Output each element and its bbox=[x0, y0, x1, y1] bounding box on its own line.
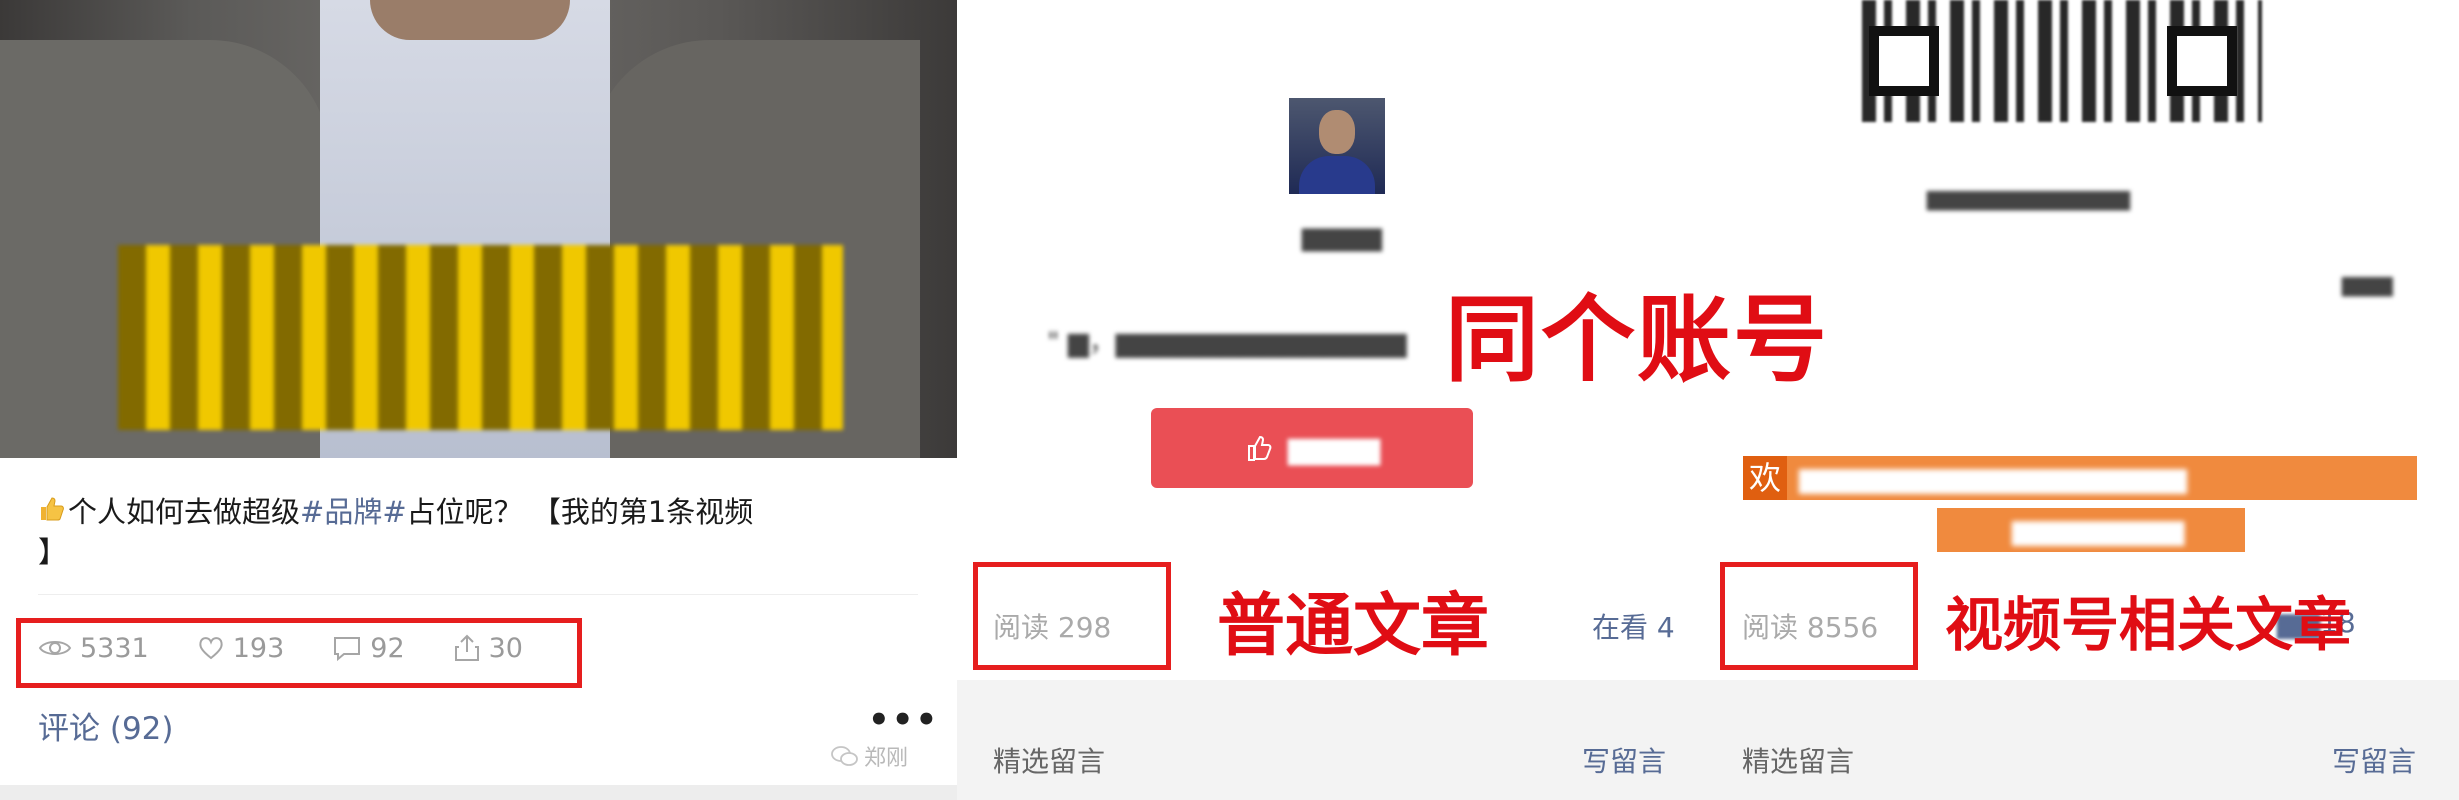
watermark: 郑刚 bbox=[830, 740, 908, 772]
comments-link[interactable]: 评论 (92) bbox=[38, 703, 174, 748]
more-options-button[interactable]: ••• bbox=[868, 700, 939, 740]
qr-finder-right bbox=[2167, 26, 2237, 96]
highlight-box-stats bbox=[16, 618, 582, 688]
article-compare-panel: ▆▆▆▆ " ▆，▆▆▆▆▆▆▆▆▆▆▆▆▆▆ ▆▆▆▆ 同个账号 ▆▆▆▆▆▆… bbox=[957, 0, 2459, 800]
write-comment-normal[interactable]: 写留言 bbox=[1582, 740, 1666, 780]
like-hand-icon bbox=[1247, 435, 1272, 461]
title-text-suffix: 占位呢？ 【我的第1条视频 bbox=[406, 495, 754, 529]
title-text: 个人如何去做超级 bbox=[68, 495, 301, 529]
qr-caption-obscured: ▆▆▆▆▆▆▆▆▆▆▆▆ bbox=[1927, 186, 2131, 211]
selected-comments-video: 精选留言 bbox=[1742, 745, 1855, 778]
annotation-video-article: 视频号相关文章 bbox=[1945, 591, 2352, 659]
video-thumbnail[interactable] bbox=[0, 0, 957, 458]
annotation-normal-article: 普通文章 bbox=[1217, 587, 1490, 666]
qr-finder-left bbox=[1869, 26, 1939, 96]
small-text-obscured: ▆▆▆ bbox=[2342, 272, 2393, 297]
video-title: 个人如何去做超级#品牌#占位呢？ 【我的第1条视频 】 bbox=[38, 492, 918, 572]
title-text-line2: 】 bbox=[38, 535, 68, 569]
promo-banner-line2: ▆▆▆▆▆▆▆▆ bbox=[1937, 508, 2245, 552]
comparison-title: 同个账号 bbox=[1445, 286, 1830, 395]
write-comment-video[interactable]: 写留言 bbox=[2332, 740, 2416, 780]
watching-normal[interactable]: 在看 4 bbox=[1592, 606, 1675, 646]
promo-banner-line1: ▆▆▆▆▆▆▆▆▆▆▆▆▆▆▆▆▆▆ bbox=[1785, 456, 2417, 500]
watermark-name: 郑刚 bbox=[864, 746, 909, 771]
video-post-panel: 个人如何去做超级#品牌#占位呢？ 【我的第1条视频 】 5331 193 92 … bbox=[0, 0, 957, 800]
divider bbox=[38, 594, 918, 595]
account-name-obscured: ▆▆▆▆ bbox=[1302, 222, 1382, 252]
wechat-icon bbox=[831, 746, 858, 766]
bottom-gap bbox=[0, 785, 957, 800]
hashtag-link[interactable]: #品牌# bbox=[300, 495, 407, 529]
promo-banner-welcome: 欢 bbox=[1743, 456, 1788, 500]
thumbs-up-icon bbox=[38, 492, 64, 532]
highlight-box-video bbox=[1720, 562, 1918, 670]
account-avatar[interactable] bbox=[1289, 98, 1385, 194]
blurred-video-caption bbox=[118, 245, 843, 430]
follow-button[interactable]: ▆▆▆▆ bbox=[1151, 408, 1473, 488]
chin bbox=[370, 0, 570, 40]
selected-comments-normal: 精选留言 bbox=[993, 745, 1106, 778]
highlight-box-normal bbox=[973, 562, 1171, 670]
comments-bar bbox=[957, 680, 2459, 800]
